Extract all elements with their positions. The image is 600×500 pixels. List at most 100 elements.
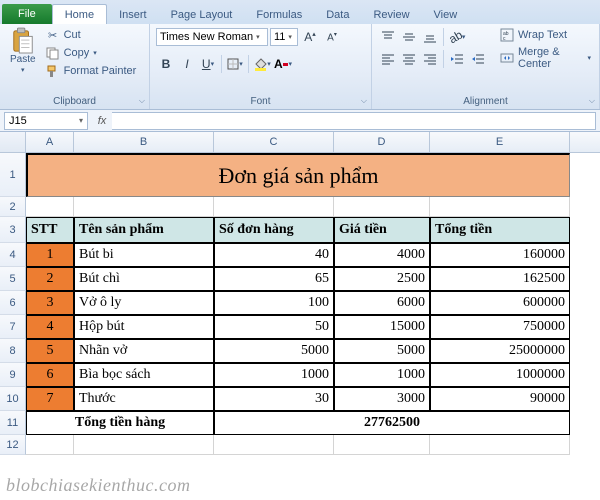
cell[interactable]: Bút chì <box>74 267 214 291</box>
row-header[interactable]: 6 <box>0 291 26 315</box>
font-color-button[interactable]: A▾ <box>273 54 293 74</box>
border-button[interactable]: ▾ <box>225 54 245 74</box>
row-header[interactable]: 7 <box>0 315 26 339</box>
cell[interactable]: Bìa bọc sách <box>74 363 214 387</box>
merge-center-button[interactable]: Merge & Center ▾ <box>498 45 593 71</box>
cell[interactable]: STT <box>26 217 74 243</box>
cell[interactable]: 6 <box>26 363 74 387</box>
cell[interactable]: 1000000 <box>430 363 570 387</box>
cell[interactable]: Nhãn vở <box>74 339 214 363</box>
cell[interactable] <box>430 197 570 217</box>
cell[interactable]: 162500 <box>430 267 570 291</box>
fx-button[interactable]: fx <box>92 115 112 127</box>
bold-button[interactable]: B <box>156 54 176 74</box>
row-header[interactable]: 12 <box>0 435 26 455</box>
grow-font-button[interactable]: A▴ <box>300 27 320 47</box>
cell[interactable]: 3 <box>26 291 74 315</box>
align-bottom-button[interactable] <box>420 27 440 47</box>
cell[interactable]: 4000 <box>334 243 430 267</box>
align-center-button[interactable] <box>399 49 419 69</box>
cell[interactable]: 160000 <box>430 243 570 267</box>
tab-view[interactable]: View <box>422 5 470 24</box>
cell[interactable]: Tổng tiền hàng <box>26 411 214 435</box>
cell[interactable]: 50 <box>214 315 334 339</box>
cell[interactable]: Hộp bút <box>74 315 214 339</box>
cell[interactable]: Số đơn hàng <box>214 217 334 243</box>
align-middle-button[interactable] <box>399 27 419 47</box>
cell[interactable]: 750000 <box>430 315 570 339</box>
increase-indent-button[interactable] <box>468 49 488 69</box>
cell[interactable] <box>334 197 430 217</box>
tab-data[interactable]: Data <box>314 5 361 24</box>
cell[interactable]: 5000 <box>214 339 334 363</box>
cell[interactable] <box>26 435 74 455</box>
row-header[interactable]: 1 <box>0 153 26 197</box>
cell[interactable] <box>214 435 334 455</box>
orientation-button[interactable]: ab▾ <box>447 27 467 47</box>
row-header[interactable]: 4 <box>0 243 26 267</box>
row-header[interactable]: 8 <box>0 339 26 363</box>
cell[interactable]: 3000 <box>334 387 430 411</box>
cell[interactable]: Thước <box>74 387 214 411</box>
cell[interactable]: 1 <box>26 243 74 267</box>
cell[interactable]: 27762500 <box>214 411 570 435</box>
cell[interactable] <box>334 435 430 455</box>
tab-file[interactable]: File <box>2 4 52 24</box>
cell[interactable]: 90000 <box>430 387 570 411</box>
font-name-combo[interactable]: Times New Roman▾ <box>156 28 268 46</box>
cell[interactable]: Bút bi <box>74 243 214 267</box>
row-header[interactable]: 3 <box>0 217 26 243</box>
tab-insert[interactable]: Insert <box>107 5 159 24</box>
paste-button[interactable]: Paste ▾ <box>6 27 40 76</box>
align-left-button[interactable] <box>378 49 398 69</box>
cell[interactable]: 2 <box>26 267 74 291</box>
format-painter-button[interactable]: Format Painter <box>44 63 139 79</box>
cell[interactable] <box>430 435 570 455</box>
cell[interactable]: 4 <box>26 315 74 339</box>
row-header[interactable]: 10 <box>0 387 26 411</box>
cell[interactable] <box>214 197 334 217</box>
tab-formulas[interactable]: Formulas <box>244 5 314 24</box>
col-header[interactable]: C <box>214 132 334 152</box>
col-header[interactable]: D <box>334 132 430 152</box>
font-size-combo[interactable]: 11▾ <box>270 28 298 46</box>
col-header[interactable]: B <box>74 132 214 152</box>
tab-review[interactable]: Review <box>361 5 421 24</box>
cell[interactable]: 6000 <box>334 291 430 315</box>
cell[interactable]: 5 <box>26 339 74 363</box>
wrap-text-button[interactable]: abc Wrap Text <box>498 27 593 43</box>
col-header[interactable]: E <box>430 132 570 152</box>
cell[interactable]: 100 <box>214 291 334 315</box>
align-top-button[interactable] <box>378 27 398 47</box>
col-header[interactable]: A <box>26 132 74 152</box>
fill-color-button[interactable]: ▾ <box>252 54 272 74</box>
cell[interactable] <box>74 435 214 455</box>
cell[interactable]: Tổng tiền <box>430 217 570 243</box>
shrink-font-button[interactable]: A▾ <box>322 27 342 47</box>
cell[interactable]: 25000000 <box>430 339 570 363</box>
cell[interactable]: 30 <box>214 387 334 411</box>
cell[interactable]: Đơn giá sản phẩm <box>26 153 570 197</box>
cell[interactable]: 7 <box>26 387 74 411</box>
cell[interactable]: 40 <box>214 243 334 267</box>
cell[interactable]: Vở ô ly <box>74 291 214 315</box>
tab-home[interactable]: Home <box>52 4 107 24</box>
cell[interactable]: 1000 <box>214 363 334 387</box>
cell[interactable] <box>74 197 214 217</box>
cell[interactable]: Giá tiền <box>334 217 430 243</box>
row-header[interactable]: 9 <box>0 363 26 387</box>
tab-page-layout[interactable]: Page Layout <box>159 5 245 24</box>
formula-input[interactable] <box>112 112 596 130</box>
cell[interactable]: 1000 <box>334 363 430 387</box>
row-header[interactable]: 2 <box>0 197 26 217</box>
cell[interactable]: 2500 <box>334 267 430 291</box>
cell[interactable]: 15000 <box>334 315 430 339</box>
underline-button[interactable]: U▾ <box>198 54 218 74</box>
align-right-button[interactable] <box>420 49 440 69</box>
row-header[interactable]: 11 <box>0 411 26 435</box>
copy-button[interactable]: Copy ▾ <box>44 45 139 61</box>
italic-button[interactable]: I <box>177 54 197 74</box>
name-box[interactable]: J15▾ <box>4 112 88 130</box>
cut-button[interactable]: ✂ Cut <box>44 27 139 43</box>
select-all-corner[interactable] <box>0 132 26 152</box>
